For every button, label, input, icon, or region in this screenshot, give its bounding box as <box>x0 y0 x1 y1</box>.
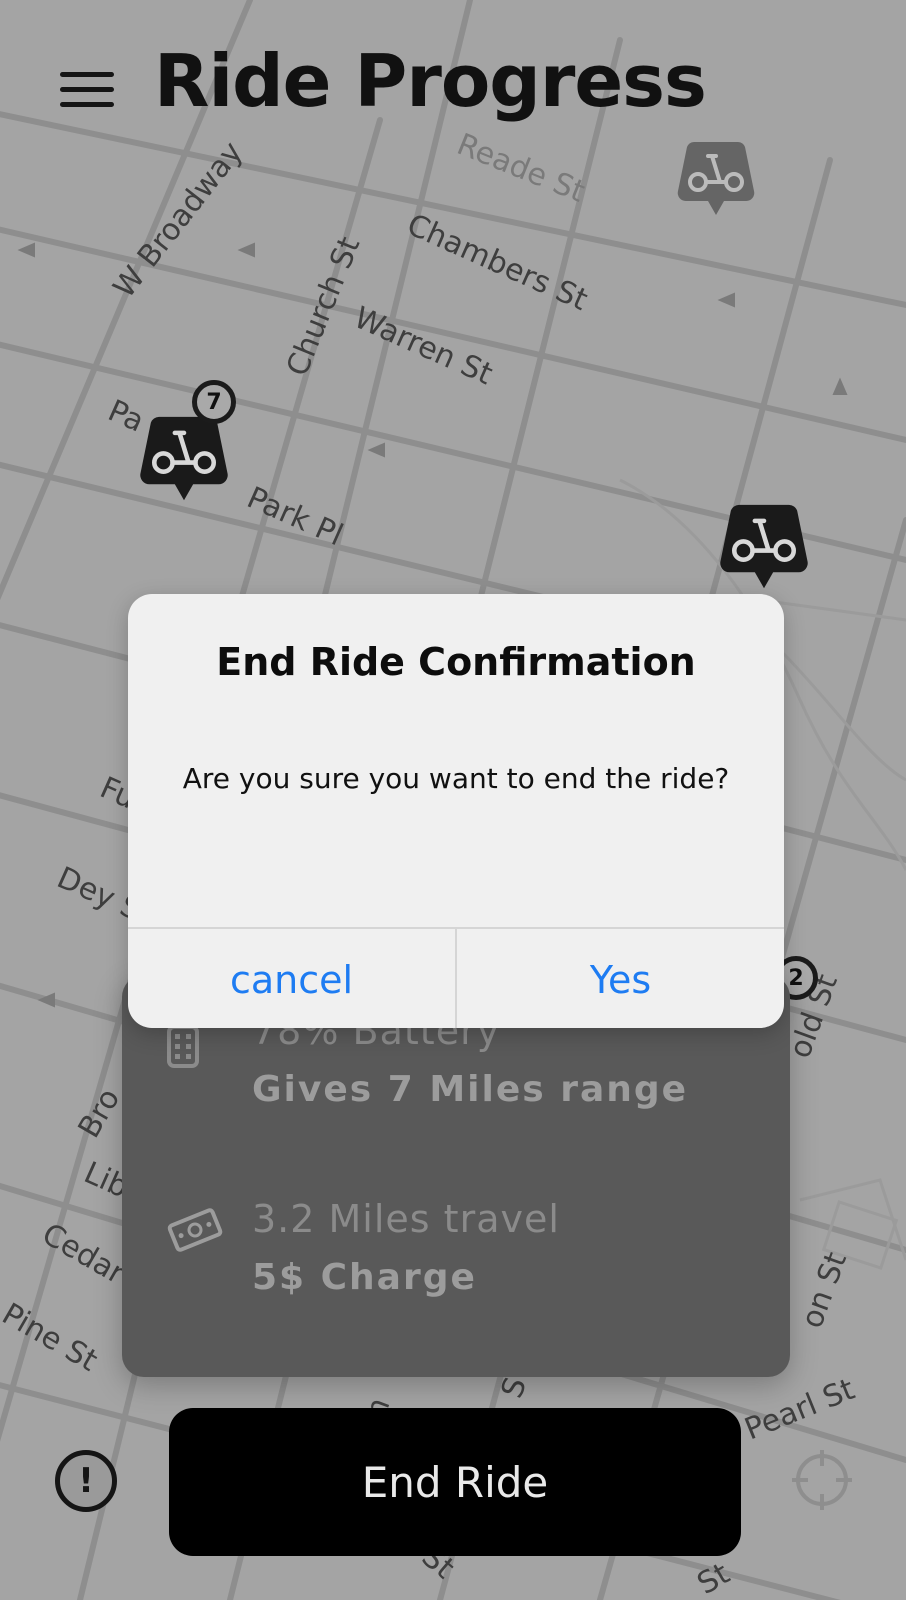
ride-info-card: 78% Battery Gives 7 Miles range 3.2 Mile… <box>122 975 790 1377</box>
confirm-button[interactable]: Yes <box>455 929 784 1028</box>
money-icon <box>167 1208 223 1252</box>
crosshair-icon[interactable] <box>790 1448 854 1512</box>
report-issue-button[interactable]: ! <box>55 1450 117 1512</box>
scooter-marker[interactable] <box>676 136 756 225</box>
hamburger-icon <box>60 87 114 92</box>
scooter-marker[interactable] <box>138 410 230 511</box>
end-ride-button[interactable]: End Ride <box>169 1408 741 1556</box>
scooter-marker[interactable] <box>718 498 810 599</box>
dialog-title: End Ride Confirmation <box>216 640 696 684</box>
distance-traveled: 3.2 Miles travel <box>252 1197 560 1241</box>
dialog-message: Are you sure you want to end the ride? <box>182 762 730 795</box>
trip-info: 3.2 Miles travel 5$ Charge <box>252 1197 560 1298</box>
hamburger-icon <box>60 102 114 107</box>
ride-charge: 5$ Charge <box>252 1257 477 1298</box>
scooter-marker-icon <box>140 416 228 501</box>
page-title: Ride Progress <box>154 39 707 123</box>
scooter-marker-icon <box>720 504 808 589</box>
dialog-actions: cancel Yes <box>128 927 784 1028</box>
alert-icon: ! <box>78 1461 94 1501</box>
end-ride-dialog: End Ride Confirmation Are you sure you w… <box>128 594 784 1028</box>
hamburger-icon <box>60 72 114 77</box>
cluster-count-badge[interactable]: 7 <box>192 380 236 424</box>
range-estimate: Gives 7 Miles range <box>252 1069 689 1110</box>
scooter-marker-icon <box>677 142 755 215</box>
cancel-button[interactable]: cancel <box>128 929 455 1028</box>
menu-button[interactable] <box>60 72 116 112</box>
